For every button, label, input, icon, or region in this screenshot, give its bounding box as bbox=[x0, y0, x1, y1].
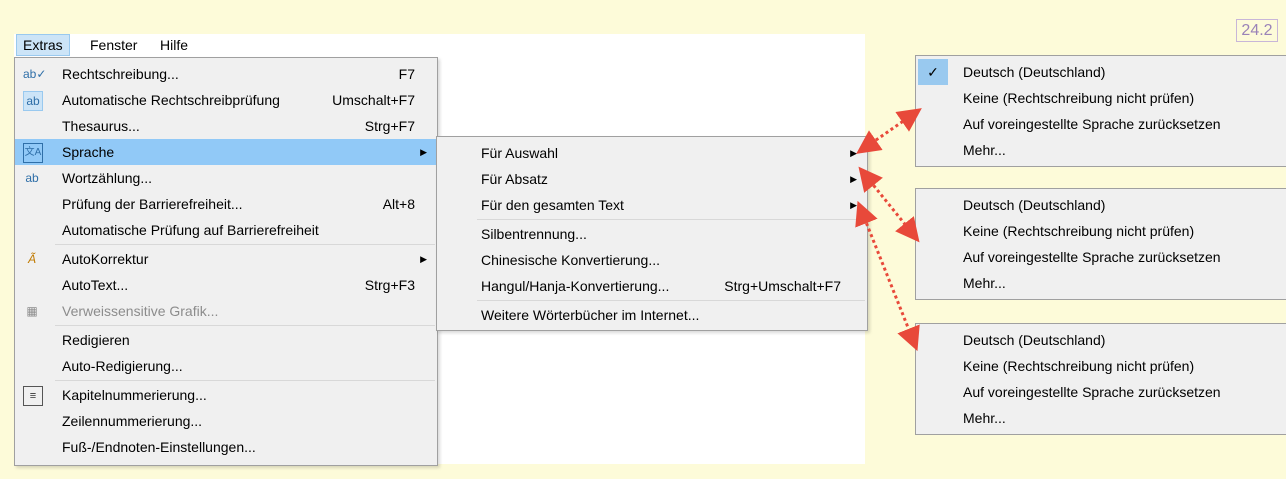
connector-arrows bbox=[855, 108, 922, 352]
arrow-gesamter-text bbox=[855, 200, 920, 352]
arrow-absatz bbox=[858, 166, 920, 243]
arrow-auswahl bbox=[856, 108, 922, 154]
